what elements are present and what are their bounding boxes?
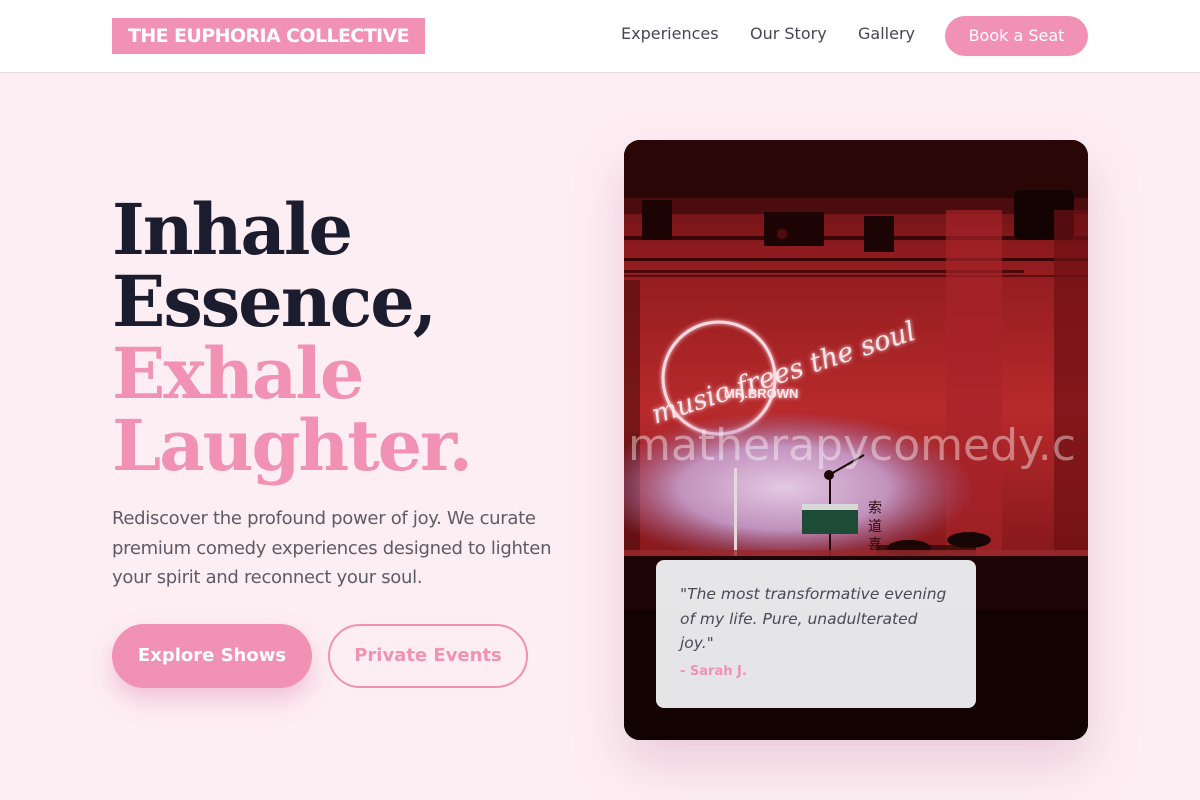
nav-link-our-story[interactable]: Our Story [750, 23, 827, 45]
svg-text:MR.BROWN: MR.BROWN [724, 386, 798, 401]
brand-logo[interactable]: THE EUPHORIA COLLECTIVE [112, 18, 426, 54]
nav-link-experiences[interactable]: Experiences [621, 23, 719, 45]
testimonial-card: "The most transformative evening of my l… [656, 560, 976, 708]
testimonial-author: - Sarah J. [680, 663, 747, 679]
explore-shows-button[interactable]: Explore Shows [112, 624, 312, 688]
testimonial-quote: "The most transformative evening of my l… [680, 585, 947, 652]
headline-line-1: Inhale [112, 188, 353, 271]
private-events-button[interactable]: Private Events [328, 624, 528, 688]
headline-line-4: Laughter. [112, 404, 473, 487]
nav-link-gallery[interactable]: Gallery [858, 23, 915, 45]
site-header: THE EUPHORIA COLLECTIVE Experiences Our … [0, 0, 1200, 73]
hero-headline: Inhale Essence, Exhale Laughter. [112, 188, 473, 487]
headline-line-2: Essence, [112, 260, 437, 343]
photo-watermark: matherapycomedy.c [628, 420, 1076, 471]
book-seat-button[interactable]: Book a Seat [945, 16, 1088, 56]
hero-lead-text: Rediscover the profound power of joy. We… [112, 508, 552, 588]
headline-line-3: Exhale [112, 332, 364, 415]
